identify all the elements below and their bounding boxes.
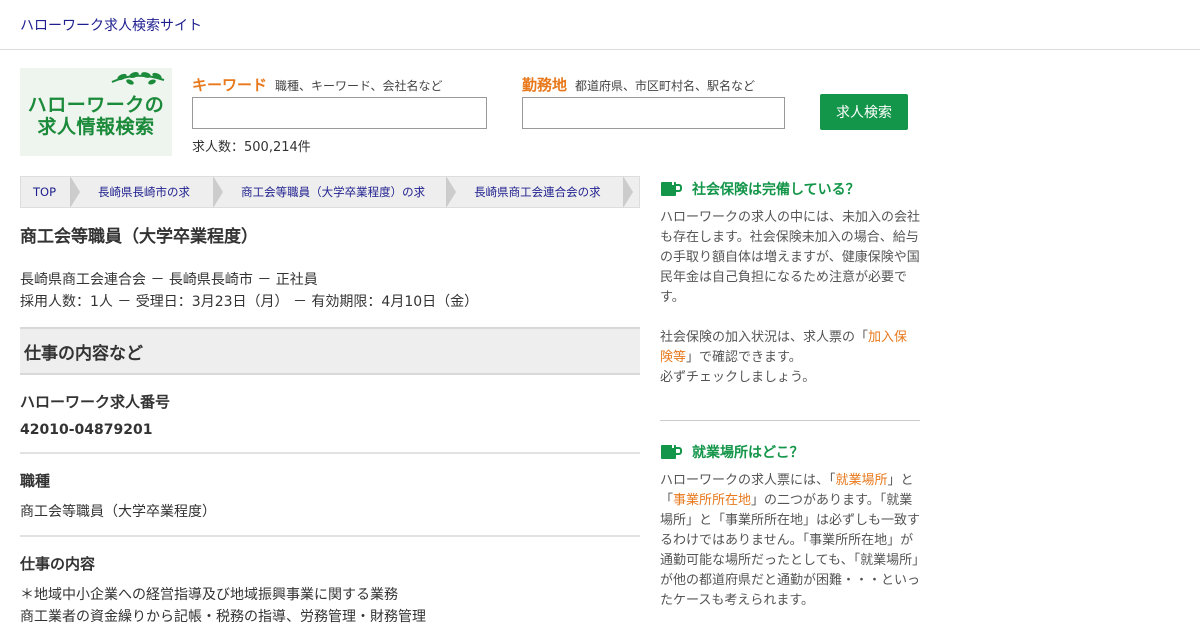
workplace-link[interactable]: 就業場所 [836, 473, 888, 488]
job-meta-dates: 採用人数：1人 － 受理日：3月23日（月） － 有効期限：4月10日（金） [20, 294, 479, 310]
top-bar: ハローワーク求人検索サイト [0, 0, 1200, 50]
sidebar-title-workplace: 就業場所はどこ？ [692, 445, 804, 461]
breadcrumb-separator-icon [623, 177, 633, 207]
breadcrumb-separator-icon [213, 177, 224, 207]
location-label: 勤務地 [522, 76, 568, 94]
sidebar-text: ハローワークの求人票には、「 [660, 473, 836, 488]
breadcrumb: TOP 長崎県長崎市の求人 商工会等職員（大学卒業程度）の求人 長崎県商工会連合… [20, 176, 640, 208]
breadcrumb-occupation[interactable]: 商工会等職員（大学卒業程度）の求人 [229, 177, 446, 207]
job-content-label: 仕事の内容 [20, 555, 96, 573]
section-title: 仕事の内容など [20, 327, 640, 375]
job-count: 求人数：500,214件 [192, 140, 311, 155]
sidebar-text: 」で確認できます。 [686, 350, 802, 365]
main-content: TOP 長崎県長崎市の求人 商工会等職員（大学卒業程度）の求人 長崎県商工会連合… [20, 176, 640, 642]
sidebar-text: 社会保険の加入状況は、求人票の「 [660, 330, 869, 345]
keyword-input[interactable] [192, 97, 487, 129]
job-number-label: ハローワーク求人番号 [20, 393, 171, 411]
job-meta-company: 長崎県商工会連合会 － 長崎県長崎市 － 正社員 [20, 272, 318, 288]
keyword-label: キーワード [192, 76, 268, 94]
occupation-label: 職種 [20, 472, 51, 490]
keyword-field: キーワード 職種、キーワード、会社名など [192, 74, 487, 129]
cup-icon [661, 180, 682, 196]
location-field: 勤務地 都道府県、市区町村名、駅名など [522, 74, 785, 129]
search-button[interactable]: 求人検索 [820, 94, 908, 130]
sidebar-divider [660, 420, 920, 421]
job-number-value: 42010-04879201 [20, 422, 153, 438]
office-location-link[interactable]: 事業所所在地 [673, 493, 751, 508]
breadcrumb-separator-icon [70, 177, 81, 207]
job-content-line: 商工業者の資金繰りから記帳・税務の指導、労務管理・財務管理 [20, 609, 426, 625]
occupation-item: 職種 商工会等職員（大学卒業程度） [20, 454, 640, 537]
cup-icon [661, 443, 682, 459]
breadcrumb-top[interactable]: TOP [21, 177, 70, 207]
location-input[interactable] [522, 97, 785, 129]
logo-text-line2: 求人情報検索 [37, 116, 155, 138]
occupation-value: 商工会等職員（大学卒業程度） [20, 504, 216, 520]
job-number-item: ハローワーク求人番号 42010-04879201 [20, 375, 640, 454]
sidebar: 社会保険は完備している？ ハローワークの求人の中には、未加入の会社も存在します。… [660, 178, 920, 611]
sidebar-text: 」の二つがあります。「就業場所」と「事業所所在地」は必ずしも一致するわけではあり… [660, 493, 921, 608]
sidebar-heading-workplace: 就業場所はどこ？ [660, 441, 920, 463]
site-name-link[interactable]: ハローワーク求人検索サイト [20, 15, 202, 35]
breadcrumb-city[interactable]: 長崎県長崎市の求人 [86, 177, 213, 207]
job-content-item: 仕事の内容 ＊地域中小企業への経営指導及び地域振興事業に関する業務 商工業者の資… [20, 537, 640, 642]
location-hint: 都道府県、市区町村名、駅名など [575, 79, 756, 93]
breadcrumb-separator-icon [446, 177, 457, 207]
sidebar-text: 必ずチェックしましょう。 [660, 370, 816, 385]
job-meta: 長崎県商工会連合会 － 長崎県長崎市 － 正社員 採用人数：1人 － 受理日：3… [20, 269, 640, 313]
job-content-line: ＊地域中小企業への経営指導及び地域振興事業に関する業務 [20, 587, 398, 603]
leaf-sprig-icon [111, 72, 165, 85]
site-logo[interactable]: ハローワークの 求人情報検索 [20, 68, 172, 156]
job-title: 商工会等職員（大学卒業程度） [20, 227, 258, 247]
search-area: ハローワークの 求人情報検索 キーワード 職種、キーワード、会社名など 勤務地 … [20, 68, 920, 158]
breadcrumb-company[interactable]: 長崎県商工会連合会の求人 [462, 177, 623, 207]
keyword-hint: 職種、キーワード、会社名など [275, 79, 443, 93]
sidebar-text: ハローワークの求人の中には、未加入の会社も存在します。社会保険未加入の場合、給与… [660, 210, 921, 305]
sidebar-heading-insurance: 社会保険は完備している？ [660, 178, 920, 200]
sidebar-title-insurance: 社会保険は完備している？ [692, 182, 860, 198]
